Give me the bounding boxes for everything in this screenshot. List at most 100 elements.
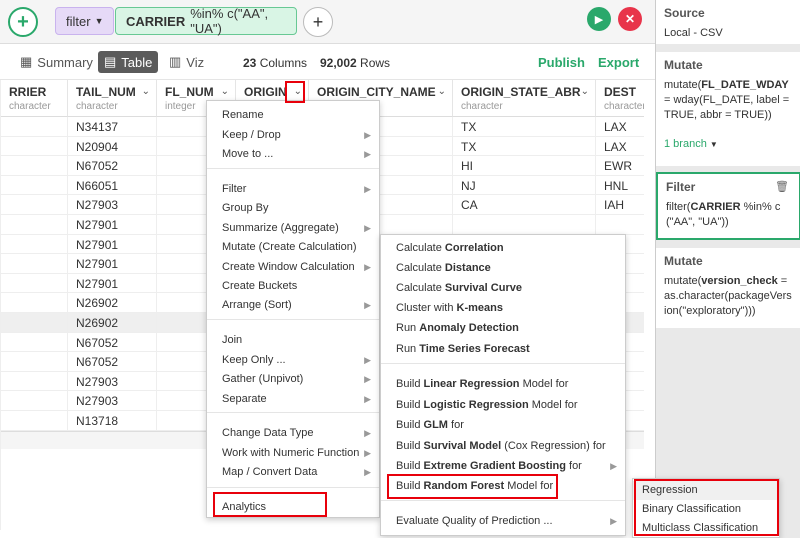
table-cell: [596, 215, 644, 235]
table-cell: LAX: [596, 117, 644, 137]
menu-item[interactable]: Change Data Type ▶: [207, 424, 379, 443]
menu-item[interactable]: Group By: [207, 199, 379, 218]
menu-item[interactable]: Create Window Calculation ▶: [207, 258, 379, 277]
tab-summary[interactable]: ▦ Summary: [14, 51, 99, 73]
column-header[interactable]: RRIER character: [1, 80, 68, 117]
tab-viz[interactable]: ▥ Viz: [163, 51, 210, 73]
top-toolbar: + filter ▼ CARRIER %in% c("AA", "UA") + …: [0, 0, 655, 44]
column-type: character: [604, 101, 644, 112]
column-name: ORIGIN_CITY_NAME: [317, 85, 436, 99]
publish-button[interactable]: Publish: [538, 55, 585, 70]
expression-rest: %in% c("AA", "UA"): [190, 6, 269, 36]
export-button[interactable]: Export: [598, 55, 639, 70]
table-cell: N27903: [68, 371, 157, 392]
menu-item[interactable]: Arrange (Sort) ▶: [207, 296, 379, 315]
chevron-right-icon: ▶: [610, 516, 617, 526]
menu-item[interactable]: Gather (Unpivot) ▶: [207, 370, 379, 389]
menu-item[interactable]: Create Buckets: [207, 277, 379, 296]
step-history-panel: Source Local - CSV Mutate mutate(FL_DATE…: [655, 0, 800, 538]
menu-item-label: Join: [222, 334, 243, 346]
menu-item[interactable]: Map / Convert Data ▶: [207, 463, 379, 482]
menu-item[interactable]: Run Anomaly Detection: [381, 319, 625, 338]
column-type: character: [9, 101, 51, 112]
column-name: ORIGIN_STATE_ABR: [461, 85, 581, 99]
caret-down-icon: ▼: [94, 16, 104, 26]
menu-item[interactable]: Rename: [207, 106, 379, 125]
trash-icon[interactable]: 🗑: [775, 180, 789, 195]
menu-item[interactable]: Build Survival Model (Cox Regression) fo…: [381, 437, 625, 456]
plus-icon: +: [17, 10, 29, 33]
run-button[interactable]: ▶: [587, 7, 611, 31]
source-value: Local - CSV: [664, 27, 723, 39]
step-card-mutate-wday[interactable]: Mutate mutate(FL_DATE_WDAY = wday(FL_DAT…: [656, 52, 800, 166]
table-cell: [1, 293, 68, 313]
column-header[interactable]: ORIGIN_STATE_ABR character ⌄: [453, 80, 596, 117]
menu-item[interactable]: Calculate Survival Curve: [381, 279, 625, 298]
step-card-mutate-version[interactable]: Mutate mutate(version_check = as.charact…: [656, 248, 800, 328]
menu-item-label: Move to ...: [222, 148, 274, 160]
menu-item[interactable]: Build GLM for: [381, 416, 625, 435]
view-bar: ▦ Summary ▤ Table ▥ Viz 23 Columns 92,00…: [0, 44, 655, 80]
chevron-down-icon[interactable]: ⌄: [142, 86, 150, 97]
add-condition-button[interactable]: +: [303, 7, 333, 37]
expression-column: CARRIER: [126, 13, 186, 29]
table-cell: N27901: [68, 273, 157, 294]
step-type-dropdown[interactable]: filter ▼: [55, 7, 115, 35]
filter-expression-input[interactable]: CARRIER %in% c("AA", "UA"): [115, 6, 297, 36]
column-type: character: [76, 101, 118, 112]
menu-item[interactable]: Summarize (Aggregate) ▶: [207, 219, 379, 238]
chevron-down-icon[interactable]: ⌄: [438, 86, 446, 97]
chevron-down-icon[interactable]: ⌄: [581, 86, 589, 97]
table-cell: HI: [453, 156, 596, 176]
menu-item[interactable]: Calculate Distance: [381, 259, 625, 278]
table-cell: HNL: [596, 176, 644, 196]
chevron-down-icon[interactable]: ⌄: [221, 86, 229, 97]
chevron-right-icon: ▶: [364, 262, 371, 272]
menu-divider: [207, 412, 379, 413]
table-cell: LAX: [596, 137, 644, 157]
table-cell: NJ: [453, 175, 596, 196]
menu-item[interactable]: Join: [207, 331, 379, 350]
table-cell: N67052: [68, 352, 157, 372]
add-step-button[interactable]: +: [8, 7, 38, 37]
branch-dropdown[interactable]: 1 branch ▼: [664, 137, 793, 152]
chevron-right-icon: ▶: [364, 394, 371, 404]
summary-grid-icon: ▦: [20, 54, 33, 69]
column-name: FL_NUM: [165, 85, 214, 99]
highlight-analytics: [213, 492, 327, 517]
table-cell: TX: [453, 117, 596, 137]
menu-item[interactable]: Mutate (Create Calculation): [207, 238, 379, 257]
table-cell: N27903: [68, 195, 157, 215]
column-name: TAIL_NUM: [76, 85, 136, 99]
menu-item-label: Map / Convert Data: [222, 466, 318, 478]
table-cell: [1, 273, 68, 294]
table-cell: N67052: [68, 332, 157, 353]
column-header[interactable]: TAIL_NUM character ⌄: [68, 80, 157, 117]
menu-item[interactable]: Keep / Drop ▶: [207, 126, 379, 145]
column-header[interactable]: DEST character: [596, 80, 644, 117]
menu-divider: [207, 487, 379, 488]
menu-item[interactable]: Cluster with K-means: [381, 299, 625, 318]
menu-item[interactable]: Evaluate Quality of Prediction ... ▶: [381, 512, 625, 531]
cancel-button[interactable]: ✕: [618, 7, 642, 31]
step-card-source[interactable]: Source Local - CSV: [656, 0, 800, 44]
menu-item[interactable]: Build Linear Regression Model for: [381, 375, 625, 394]
menu-item[interactable]: Calculate Correlation: [381, 239, 625, 258]
table-cell: [1, 411, 68, 431]
menu-item[interactable]: Build Logistic Regression Model for: [381, 396, 625, 415]
menu-item[interactable]: Work with Numeric Function ▶: [207, 444, 379, 463]
menu-item[interactable]: Run Time Series Forecast: [381, 340, 625, 359]
menu-item-label: Arrange (Sort): [222, 299, 292, 311]
menu-item[interactable]: Move to ... ▶: [207, 145, 379, 164]
step-type-label: filter: [66, 13, 91, 29]
step-card-filter[interactable]: Filter 🗑 filter(CARRIER %in% c("AA", "UA…: [656, 172, 800, 240]
source-title: Source: [664, 6, 705, 20]
menu-divider: [381, 363, 625, 364]
menu-item[interactable]: Filter ▶: [207, 180, 379, 199]
menu-item[interactable]: Keep Only ... ▶: [207, 351, 379, 370]
tab-table[interactable]: ▤ Table: [98, 51, 159, 73]
menu-item[interactable]: Separate ▶: [207, 390, 379, 409]
chevron-right-icon: ▶: [364, 467, 371, 477]
chevron-right-icon: ▶: [610, 461, 617, 471]
table-cell: [1, 254, 68, 274]
